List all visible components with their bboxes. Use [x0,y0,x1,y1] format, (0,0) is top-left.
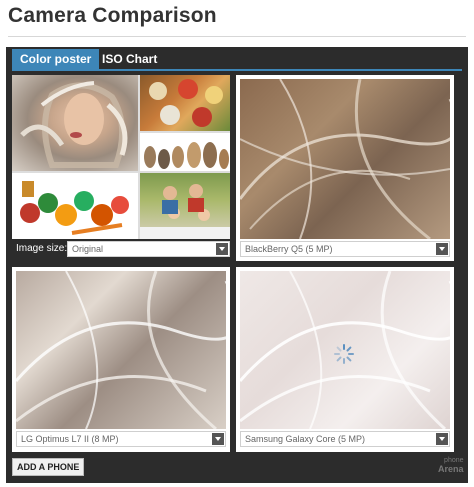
phone-select-1[interactable]: BlackBerry Q5 (5 MP) [240,241,450,257]
title-divider [8,36,466,37]
poster-panel [12,75,230,239]
image-size-label: Image size: [16,243,68,254]
sample-panel-lg: LG Optimus L7 II (8 MP) [12,267,230,452]
sample-image-blackberry [240,79,450,239]
poster-pets-photo [140,133,230,171]
loading-spinner-icon [334,344,354,364]
poster-food-photo [140,75,230,131]
sample-panel-blackberry: BlackBerry Q5 (5 MP) [236,75,454,261]
tab-iso-chart[interactable]: ISO Chart [94,49,165,69]
chevron-down-icon [212,433,224,445]
poster-fruit-photo [12,173,138,239]
watermark: phone Arena [438,457,464,474]
poster-woman-photo [12,75,138,171]
chevron-down-icon [436,243,448,255]
add-phone-button[interactable]: ADD A PHONE [12,458,85,476]
page-title: Camera Comparison [8,4,217,27]
poster-family-photo [140,173,230,239]
image-size-select[interactable]: Original [67,241,230,257]
phone-select-3-value: Samsung Galaxy Core (5 MP) [245,434,366,444]
sample-image-lg [16,271,226,429]
phone-select-2-value: LG Optimus L7 II (8 MP) [21,434,119,444]
phone-select-3[interactable]: Samsung Galaxy Core (5 MP) [240,431,450,447]
chevron-down-icon [216,243,228,255]
phone-select-1-value: BlackBerry Q5 (5 MP) [245,244,333,254]
tab-color-poster[interactable]: Color poster [12,49,100,69]
image-size-value: Original [72,244,104,254]
tab-underline [12,69,462,71]
watermark-line2: Arena [438,464,464,474]
chevron-down-icon [436,433,448,445]
phone-select-2[interactable]: LG Optimus L7 II (8 MP) [16,431,226,447]
